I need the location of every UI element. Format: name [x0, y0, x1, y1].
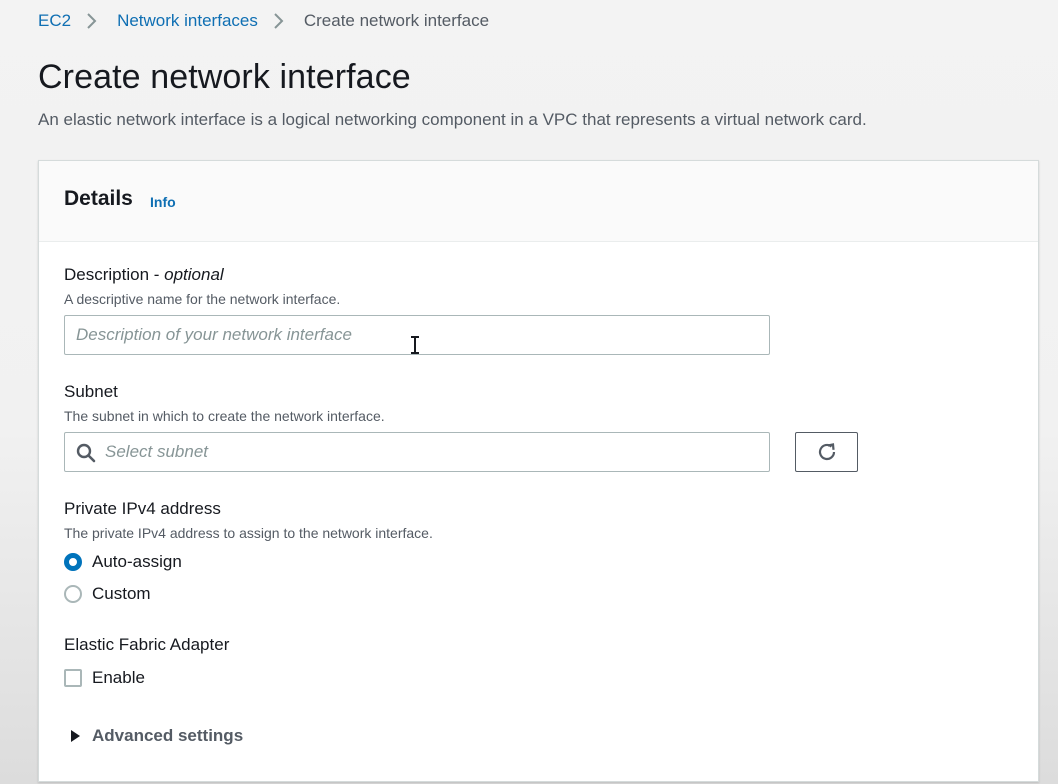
subnet-label: Subnet [64, 382, 118, 401]
page-description: An elastic network interface is a logica… [38, 110, 867, 129]
description-label: Description - optional [64, 265, 224, 285]
radio-auto-assign-label: Auto-assign [92, 552, 182, 571]
text-cursor-icon [411, 336, 419, 354]
subnet-hint: The subnet in which to create the networ… [64, 408, 385, 424]
breadcrumb-link-network-interfaces[interactable]: Network interfaces [117, 11, 258, 31]
refresh-subnets-button[interactable] [795, 432, 858, 472]
search-icon [76, 443, 96, 463]
chevron-right-icon [258, 10, 304, 32]
efa-enable-checkbox-row[interactable]: Enable [64, 667, 145, 689]
advanced-settings-label: Advanced settings [92, 726, 244, 745]
caret-right-icon [71, 730, 80, 742]
description-input-wrapper [64, 315, 770, 355]
description-label-optional: optional [164, 265, 224, 284]
radio-custom[interactable]: Custom [64, 583, 151, 605]
radio-button-checked[interactable] [64, 553, 82, 571]
radio-button[interactable] [64, 585, 82, 603]
description-label-text: Description - [64, 265, 165, 284]
ipv4-label: Private IPv4 address [64, 499, 221, 518]
details-title: Details [64, 187, 133, 210]
advanced-settings-toggle[interactable]: Advanced settings [70, 726, 243, 746]
description-hint: A descriptive name for the network inter… [64, 291, 341, 307]
refresh-icon [818, 443, 835, 461]
breadcrumb-current: Create network interface [303, 11, 490, 30]
breadcrumb: EC2 Network interfaces Create network in… [38, 10, 489, 32]
page-title: Create network interface [38, 58, 411, 96]
details-panel: Details Info Description - optional A de… [38, 160, 1039, 782]
efa-enable-label: Enable [92, 668, 145, 687]
radio-custom-label: Custom [92, 584, 151, 603]
breadcrumb-link-ec2[interactable]: EC2 [38, 11, 71, 31]
ipv4-hint: The private IPv4 address to assign to th… [64, 525, 433, 541]
efa-label: Elastic Fabric Adapter [64, 635, 230, 654]
chevron-right-icon [71, 10, 117, 32]
info-link[interactable]: Info [150, 194, 176, 210]
efa-enable-checkbox[interactable] [64, 669, 82, 687]
details-panel-header: Details Info [39, 161, 1038, 242]
radio-auto-assign[interactable]: Auto-assign [64, 551, 182, 573]
subnet-select-wrapper [64, 432, 770, 472]
subnet-select-input[interactable] [65, 433, 769, 471]
